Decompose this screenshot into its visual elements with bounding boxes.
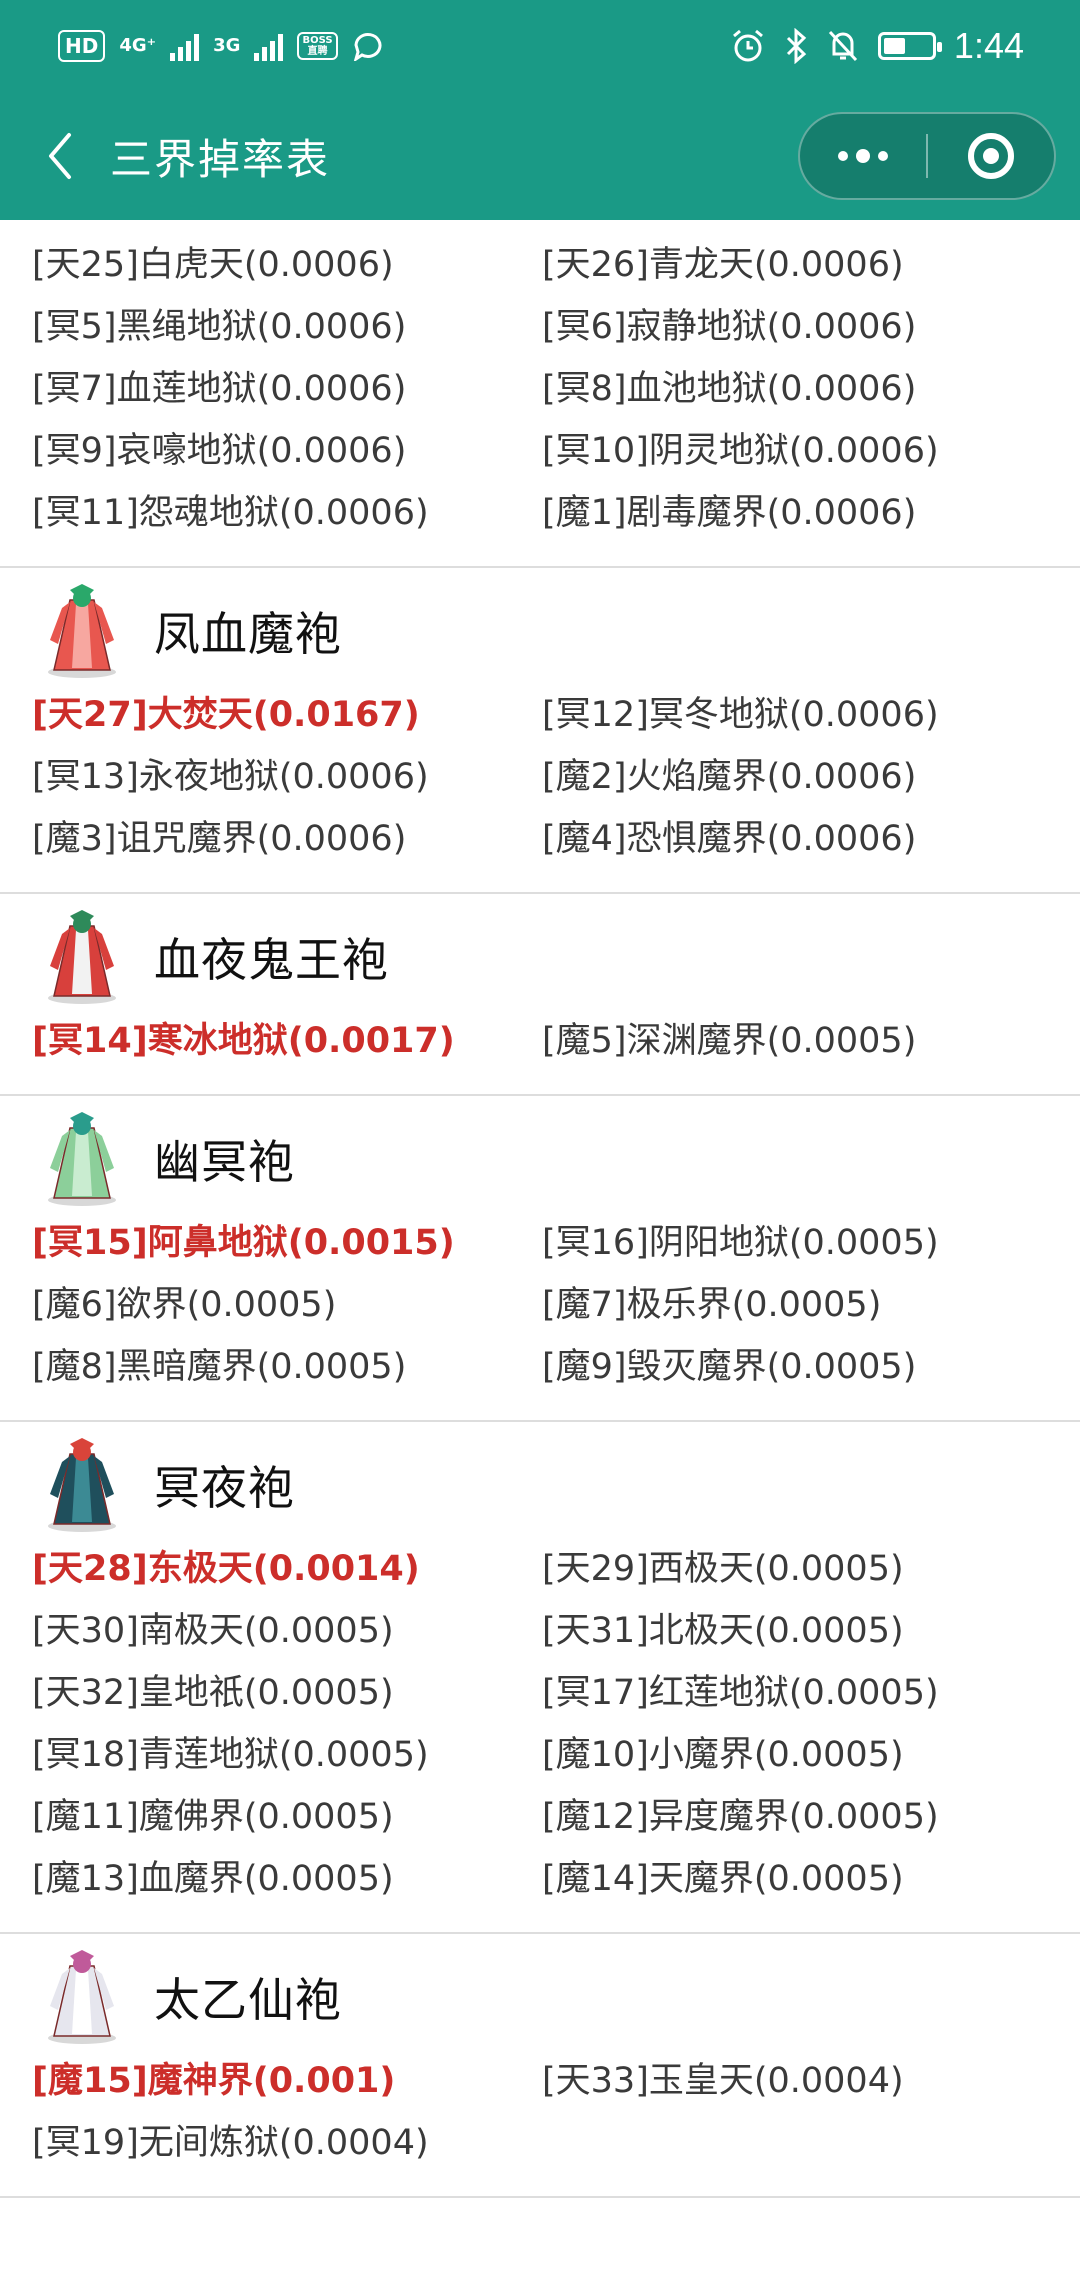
page-title: 三界掉率表 [110, 134, 331, 184]
drop-item-highlight: [冥15]阿鼻地狱(0.0015) [32, 1223, 455, 1263]
drop-item: [魔8]黑暗魔界(0.0005) [32, 1347, 407, 1387]
drop-item: [天29]西极天(0.0005) [542, 1549, 904, 1589]
robe-name: 幽冥袍 [154, 1135, 295, 1189]
dark-robe-icon [40, 1436, 124, 1534]
clipped-row [0, 220, 1080, 234]
drop-item: [魔12]异度魔界(0.0005) [542, 1797, 939, 1837]
robe-section: 幽冥袍 [冥15]阿鼻地狱(0.0015) [冥16]阴阳地狱(0.0005) [魔6… [0, 1096, 1080, 1422]
bluetooth-icon [786, 28, 807, 64]
drop-item: [魔1]剧毒魔界(0.0006) [542, 493, 917, 533]
drop-item: [天26]青龙天(0.0006) [542, 245, 904, 285]
drop-item: [魔4]恐惧魔界(0.0006) [542, 819, 917, 859]
robe-section: 凤血魔袍 [天27]大焚天(0.0167) [冥12]冥冬地狱(0.0006) [冥1… [0, 568, 1080, 894]
robe-name: 冥夜袍 [154, 1461, 295, 1515]
robe-header: 冥夜袍 [0, 1432, 1080, 1538]
white-robe-icon [40, 1948, 124, 2046]
robe-header: 凤血魔袍 [0, 578, 1080, 684]
drop-item: [冥9]哀嚎地狱(0.0006) [32, 431, 407, 471]
boss-app-badge: BOSS 直聘 [297, 32, 338, 60]
section-partial: [天25]白虎天(0.0006) [天26]青龙天(0.0006) [冥5]黑绳地狱… [0, 220, 1080, 568]
robe-header: 血夜鬼王袍 [0, 904, 1080, 1010]
mini-program-capsule [798, 112, 1056, 200]
drop-item: [魔14]天魔界(0.0005) [542, 1859, 904, 1899]
sim1-network-label: 4G⁺ [119, 35, 157, 56]
drop-item: [天30]南极天(0.0005) [32, 1611, 394, 1651]
drop-item: [冥5]黑绳地狱(0.0006) [32, 307, 407, 347]
drop-grid: [冥15]阿鼻地狱(0.0015) [冥16]阴阳地狱(0.0005) [魔6]欲界… [0, 1212, 1080, 1398]
drop-item: [魔6]欲界(0.0005) [32, 1285, 337, 1325]
robe-header: 幽冥袍 [0, 1106, 1080, 1212]
drop-item: [冥11]怨魂地狱(0.0006) [32, 493, 429, 533]
drop-item: [冥17]红莲地狱(0.0005) [542, 1673, 939, 1713]
drop-item: [冥7]血莲地狱(0.0006) [32, 369, 407, 409]
alarm-icon [732, 29, 763, 62]
more-button[interactable] [800, 114, 926, 198]
drop-item: [冥19]无间炼狱(0.0004) [32, 2123, 429, 2163]
drop-item: [魔13]血魔界(0.0005) [32, 1859, 394, 1899]
robe-name: 太乙仙袍 [154, 1973, 342, 2027]
drop-item-highlight: [魔15]魔神界(0.001) [32, 2061, 396, 2101]
drop-item: [冥18]青莲地狱(0.0005) [32, 1735, 429, 1775]
status-left: HD 4G⁺ 3G BOSS 直聘 [58, 30, 386, 62]
mute-bell-icon [828, 30, 858, 62]
drop-item: [天25]白虎天(0.0006) [32, 245, 394, 285]
drop-item-highlight: [天27]大焚天(0.0167) [32, 695, 420, 735]
drop-item: [魔11]魔佛界(0.0005) [32, 1797, 394, 1837]
drop-item: [天31]北极天(0.0005) [542, 1611, 904, 1651]
drop-item: [魔2]火焰魔界(0.0006) [542, 757, 917, 797]
drop-grid: [冥14]寒冰地狱(0.0017) [魔5]深渊魔界(0.0005) [0, 1010, 1080, 1072]
green-robe-icon [40, 1110, 124, 1208]
drop-rate-list[interactable]: [天25]白虎天(0.0006) [天26]青龙天(0.0006) [冥5]黑绳地狱… [0, 220, 1080, 2280]
back-button[interactable] [30, 126, 90, 186]
drop-item: [冥10]阴灵地狱(0.0006) [542, 431, 939, 471]
drop-item-highlight: [冥14]寒冰地狱(0.0017) [32, 1021, 455, 1061]
drop-item: [魔3]诅咒魔界(0.0006) [32, 819, 407, 859]
drop-item: [魔5]深渊魔界(0.0005) [542, 1021, 917, 1061]
drop-item: [冥13]永夜地狱(0.0006) [32, 757, 429, 797]
status-bar: HD 4G⁺ 3G BOSS 直聘 1:44 [0, 0, 1080, 92]
drop-item: [魔7]极乐界(0.0005) [542, 1285, 882, 1325]
signal-icon [254, 31, 284, 61]
ghost-king-robe-icon [40, 908, 124, 1006]
close-mini-program-button[interactable] [928, 114, 1054, 198]
status-right: 1:44 [730, 25, 1024, 67]
drop-item: [冥8]血池地狱(0.0006) [542, 369, 917, 409]
battery-level [883, 38, 905, 54]
drop-item: [冥12]冥冬地狱(0.0006) [542, 695, 939, 735]
signal-icon [170, 31, 200, 61]
drop-item: [冥16]阴阳地狱(0.0005) [542, 1223, 939, 1263]
hd-indicator: HD [58, 30, 106, 62]
battery-icon [877, 32, 942, 60]
drop-item: [魔9]毁灭魔界(0.0005) [542, 1347, 917, 1387]
sim2-network-label: 3G [213, 35, 241, 56]
drop-grid: [天28]东极天(0.0014) [天29]西极天(0.0005) [天30]南极天… [0, 1538, 1080, 1910]
more-dots-icon [838, 149, 888, 163]
robe-section: 冥夜袍 [天28]东极天(0.0014) [天29]西极天(0.0005) [天30]… [0, 1422, 1080, 1934]
drop-item: [天33]玉皇天(0.0004) [542, 2061, 904, 2101]
drop-grid: [天25]白虎天(0.0006) [天26]青龙天(0.0006) [冥5]黑绳地狱… [0, 234, 1080, 544]
target-circle-icon [968, 133, 1014, 179]
robe-section: 太乙仙袍 [魔15]魔神界(0.001) [天33]玉皇天(0.0004) [冥19]… [0, 1934, 1080, 2198]
chevron-left-icon [49, 133, 71, 179]
drop-item: [魔10]小魔界(0.0005) [542, 1735, 904, 1775]
robe-name: 血夜鬼王袍 [154, 933, 389, 987]
nav-bar: 三界掉率表 [0, 92, 1080, 220]
drop-grid: [魔15]魔神界(0.001) [天33]玉皇天(0.0004) [冥19]无间炼狱… [0, 2050, 1080, 2174]
drop-item: [冥6]寂静地狱(0.0006) [542, 307, 917, 347]
red-robe-icon [40, 582, 124, 680]
drop-grid: [天27]大焚天(0.0167) [冥12]冥冬地狱(0.0006) [冥13]永夜… [0, 684, 1080, 870]
robe-section: 血夜鬼王袍 [冥14]寒冰地狱(0.0017) [魔5]深渊魔界(0.0005) [0, 894, 1080, 1096]
drop-item-highlight: [天28]东极天(0.0014) [32, 1549, 420, 1589]
drop-item: [天32]皇地祇(0.0005) [32, 1673, 394, 1713]
robe-name: 凤血魔袍 [154, 607, 342, 661]
robe-header: 太乙仙袍 [0, 1944, 1080, 2050]
clock: 1:44 [953, 25, 1024, 66]
chat-bubble-icon [353, 33, 382, 61]
